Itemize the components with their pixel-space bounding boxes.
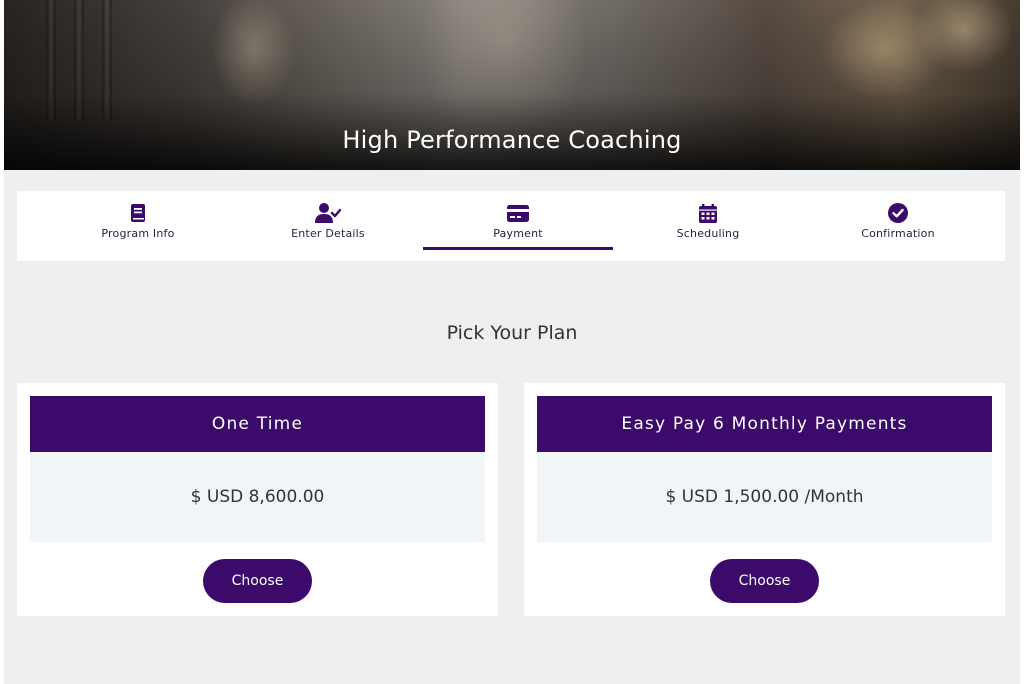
step-scheduling[interactable]: Scheduling [613,191,803,261]
page: High Performance Coaching Program Info E… [4,0,1020,684]
step-label: Payment [493,227,543,240]
step-confirmation[interactable]: Confirmation [803,191,993,261]
step-label: Program Info [101,227,175,240]
credit-card-icon [507,203,529,223]
step-label: Scheduling [676,227,740,240]
hero-banner: High Performance Coaching [4,0,1020,170]
plan-price: $ USD 8,600.00 [30,452,485,542]
step-program-info[interactable]: Program Info [43,191,233,261]
checkout-steps: Program Info Enter Details Payment Sched… [17,191,1005,261]
active-step-indicator [423,247,613,250]
plan-name: One Time [30,396,485,452]
page-title: High Performance Coaching [342,126,682,154]
step-label: Enter Details [291,227,365,240]
choose-button[interactable]: Choose [203,559,312,603]
plan-name: Easy Pay 6 Monthly Payments [537,396,992,452]
section-title: Pick Your Plan [446,322,578,344]
book-icon [130,203,146,223]
choose-button[interactable]: Choose [710,559,819,603]
step-label: Confirmation [861,227,935,240]
calendar-icon [699,203,717,223]
user-check-icon [315,203,341,223]
check-circle-icon [888,203,908,223]
step-payment[interactable]: Payment [423,191,613,261]
step-enter-details[interactable]: Enter Details [233,191,423,261]
plan-card-monthly: Easy Pay 6 Monthly Payments $ USD 1,500.… [524,383,1005,616]
plan-card-one-time: One Time $ USD 8,600.00 Choose [17,383,498,616]
plan-price: $ USD 1,500.00 /Month [537,452,992,542]
